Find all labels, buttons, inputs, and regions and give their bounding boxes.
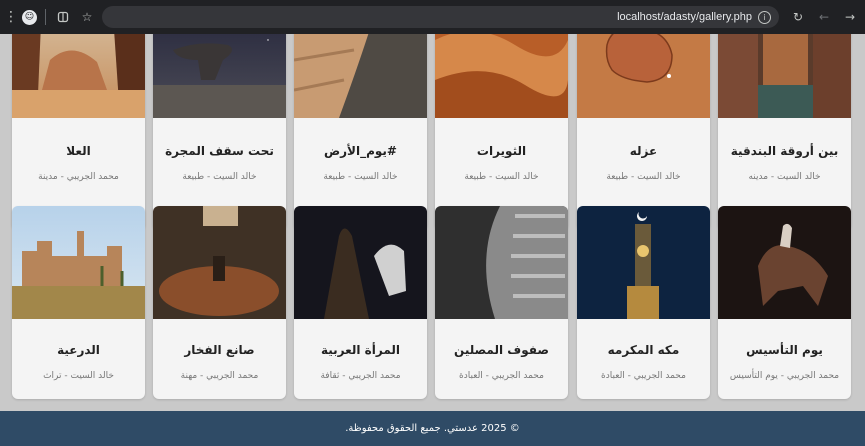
gallery-card[interactable]: الثويرات خالد السيت - طبيعة bbox=[435, 34, 568, 230]
card-title: عزله bbox=[629, 144, 658, 158]
gallery-card[interactable]: الدرعية خالد السيت - تراث bbox=[12, 206, 145, 399]
photo-worshippers-aerial[interactable] bbox=[435, 206, 568, 319]
gallery-card[interactable]: تحت سقف المجرة خالد السيت - طبيعة bbox=[153, 34, 286, 230]
photo-night-sky-rock[interactable] bbox=[153, 34, 286, 118]
card-title: تحت سقف المجرة bbox=[165, 144, 274, 158]
photo-aerial-coast[interactable] bbox=[294, 34, 427, 118]
gallery-card[interactable]: بين أروقة البندقية خالد السيت - مدينه bbox=[718, 34, 851, 230]
card-meta: خالد السيت - مدينه bbox=[748, 172, 821, 182]
card-meta: خالد السيت - طبيعة bbox=[323, 172, 398, 182]
photo-mud-fort[interactable] bbox=[12, 206, 145, 319]
url-text: localhost/adasty/gallery.php bbox=[617, 11, 752, 23]
card-title: الدرعية bbox=[57, 343, 100, 357]
photo-desert-island[interactable] bbox=[577, 34, 710, 118]
card-meta: محمد الجريبي - العبادة bbox=[601, 371, 686, 381]
photo-desert-rocks[interactable] bbox=[12, 34, 145, 118]
browser-toolbar: ⋮ ☺ ☆ localhost/adasty/gallery.php i ↻ ←… bbox=[0, 0, 865, 34]
tab-search-icon[interactable] bbox=[54, 8, 72, 26]
card-title: يوم التأسيس bbox=[746, 343, 823, 357]
card-meta: محمد الجريبي - مهنة bbox=[180, 371, 259, 381]
forward-arrow-icon[interactable]: ← bbox=[815, 8, 833, 26]
gallery-card[interactable]: يوم التأسيس محمد الجريبي - يوم التأسيس bbox=[718, 206, 851, 399]
card-title: #يوم_الأرض bbox=[324, 144, 397, 158]
card-meta: خالد السيت - طبيعة bbox=[606, 172, 681, 182]
bookmark-star-icon[interactable]: ☆ bbox=[78, 8, 96, 26]
card-title: الثويرات bbox=[476, 144, 527, 158]
photo-sand-dunes[interactable] bbox=[435, 34, 568, 118]
gallery-card[interactable]: صانع الفخار محمد الجريبي - مهنة bbox=[153, 206, 286, 399]
kebab-menu-icon[interactable]: ⋮ bbox=[4, 8, 18, 26]
gallery-card[interactable]: عزله خالد السيت - طبيعة bbox=[577, 34, 710, 230]
photo-pottery-maker[interactable] bbox=[153, 206, 286, 319]
photo-venice-canal[interactable] bbox=[718, 34, 851, 118]
card-title: بين أروقة البندقية bbox=[730, 144, 839, 158]
address-bar[interactable]: localhost/adasty/gallery.php i bbox=[102, 6, 779, 28]
reload-icon[interactable]: ↻ bbox=[789, 8, 807, 26]
card-meta: محمد الجريبي - مدينة bbox=[38, 172, 119, 182]
card-meta: محمد الجريبي - يوم التأسيس bbox=[729, 371, 840, 381]
card-title: العلا bbox=[66, 144, 91, 158]
footer-copyright: © 2025 عدستي. جميع الحقوق محفوظة. bbox=[345, 423, 520, 434]
photo-clock-tower-moon[interactable] bbox=[577, 206, 710, 319]
card-title: المرأة العربية bbox=[320, 343, 401, 357]
card-meta: خالد السيت - طبيعة bbox=[182, 172, 257, 182]
site-footer: © 2025 عدستي. جميع الحقوق محفوظة. bbox=[0, 411, 865, 446]
gallery-grid: العلا محمد الجريبي - مدينة تحت سقف المجر… bbox=[0, 34, 865, 411]
profile-avatar-icon[interactable]: ☺ bbox=[22, 9, 37, 25]
card-meta: خالد السيت - طبيعة bbox=[464, 172, 539, 182]
gallery-card[interactable]: المرأة العربية محمد الجريبي - ثقافة bbox=[294, 206, 427, 399]
toolbar-divider bbox=[45, 9, 46, 25]
card-meta: محمد الجريبي - العبادة bbox=[459, 371, 544, 381]
photo-horse-rider[interactable] bbox=[718, 206, 851, 319]
gallery-card[interactable]: #يوم_الأرض خالد السيت - طبيعة bbox=[294, 34, 427, 230]
back-arrow-icon[interactable]: → bbox=[841, 8, 859, 26]
card-title: مكه المكرمه bbox=[607, 343, 680, 357]
site-info-icon[interactable]: i bbox=[758, 10, 771, 24]
card-title: صفوف المصلين bbox=[454, 343, 549, 357]
photo-woman-horse-night[interactable] bbox=[294, 206, 427, 319]
card-title: صانع الفخار bbox=[184, 343, 255, 357]
gallery-card[interactable]: صفوف المصلين محمد الجريبي - العبادة bbox=[435, 206, 568, 399]
gallery-card[interactable]: مكه المكرمه محمد الجريبي - العبادة bbox=[577, 206, 710, 399]
card-meta: محمد الجريبي - ثقافة bbox=[320, 371, 401, 381]
gallery-card[interactable]: العلا محمد الجريبي - مدينة bbox=[12, 34, 145, 230]
card-meta: خالد السيت - تراث bbox=[43, 371, 114, 381]
